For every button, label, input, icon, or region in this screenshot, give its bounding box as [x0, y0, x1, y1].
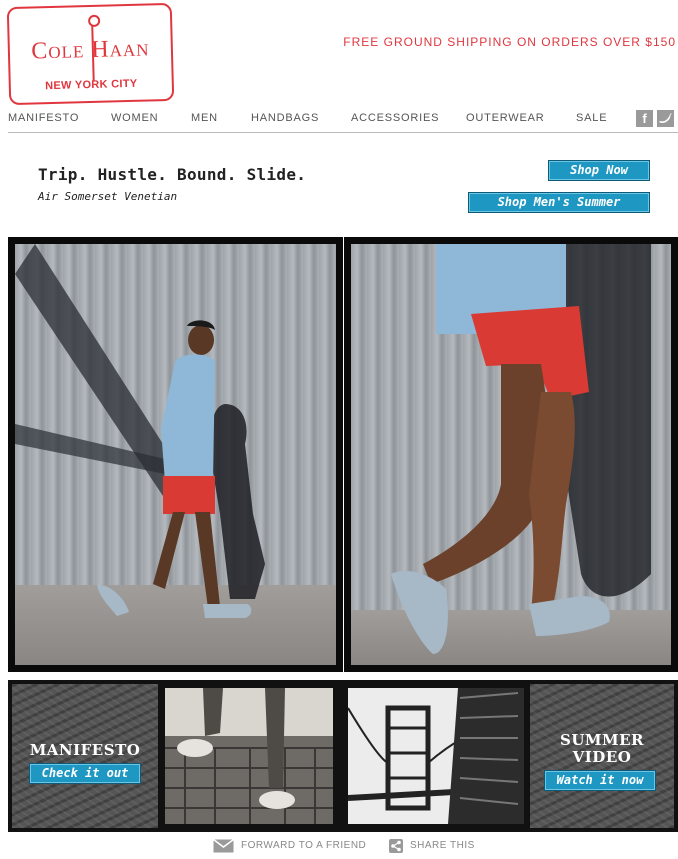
nav-item-manifesto[interactable]: MANIFESTO: [8, 112, 79, 124]
twitter-icon[interactable]: [657, 110, 674, 127]
share-this-link[interactable]: SHARE THIS: [410, 840, 475, 851]
manifesto-panel[interactable]: MANIFESTO Check it out: [12, 684, 158, 828]
facebook-icon[interactable]: f: [636, 110, 653, 127]
video-thumbnail-bridge[interactable]: [346, 686, 526, 826]
summer-video-title-line1: SUMMER: [559, 731, 645, 749]
nav-item-accessories[interactable]: ACCESSORIES: [351, 112, 439, 124]
cole-haan-logo[interactable]: Cole Haan NEW YORK CITY: [6, 2, 175, 106]
main-nav: MANIFESTO WOMEN MEN HANDBAGS ACCESSORIES…: [8, 107, 678, 133]
nav-item-sale[interactable]: SALE: [576, 112, 607, 124]
nav-item-women[interactable]: WOMEN: [111, 112, 158, 124]
logo-city: NEW YORK CITY: [44, 77, 138, 93]
forward-to-friend-link[interactable]: FORWARD TO A FRIEND: [241, 840, 366, 851]
nav-item-handbags[interactable]: HANDBAGS: [251, 112, 319, 124]
hero-photo-legs-closeup[interactable]: [344, 237, 678, 672]
promo-headline: Trip. Hustle. Bound. Slide.: [38, 165, 307, 184]
manifesto-thumbnail-loafers[interactable]: [163, 686, 335, 826]
watch-it-now-button[interactable]: Watch it now: [544, 770, 656, 791]
manifesto-title: MANIFESTO: [29, 741, 141, 759]
summer-video-title: SUMMER VIDEO: [530, 732, 674, 766]
feature-strip: MANIFESTO Check it out SUMMER VIDEO Watc…: [8, 680, 678, 832]
hero-photo-walking[interactable]: [8, 237, 343, 672]
free-shipping-banner[interactable]: FREE GROUND SHIPPING ON ORDERS OVER $150: [343, 35, 676, 49]
share-icon[interactable]: [389, 839, 403, 853]
nav-item-outerwear[interactable]: OUTERWEAR: [466, 112, 545, 124]
promo-product-name: Air Somerset Venetian: [38, 190, 178, 203]
shop-mens-summer-button[interactable]: Shop Men's Summer: [468, 192, 650, 213]
nav-item-men[interactable]: MEN: [191, 112, 218, 124]
summer-video-panel[interactable]: SUMMER VIDEO Watch it now: [530, 684, 674, 828]
logo-brand: Cole Haan: [30, 35, 150, 65]
manifesto-check-it-out-button[interactable]: Check it out: [29, 763, 141, 784]
envelope-icon[interactable]: [213, 839, 234, 853]
shop-now-button[interactable]: Shop Now: [548, 160, 650, 181]
summer-video-title-line2: VIDEO: [572, 748, 632, 766]
